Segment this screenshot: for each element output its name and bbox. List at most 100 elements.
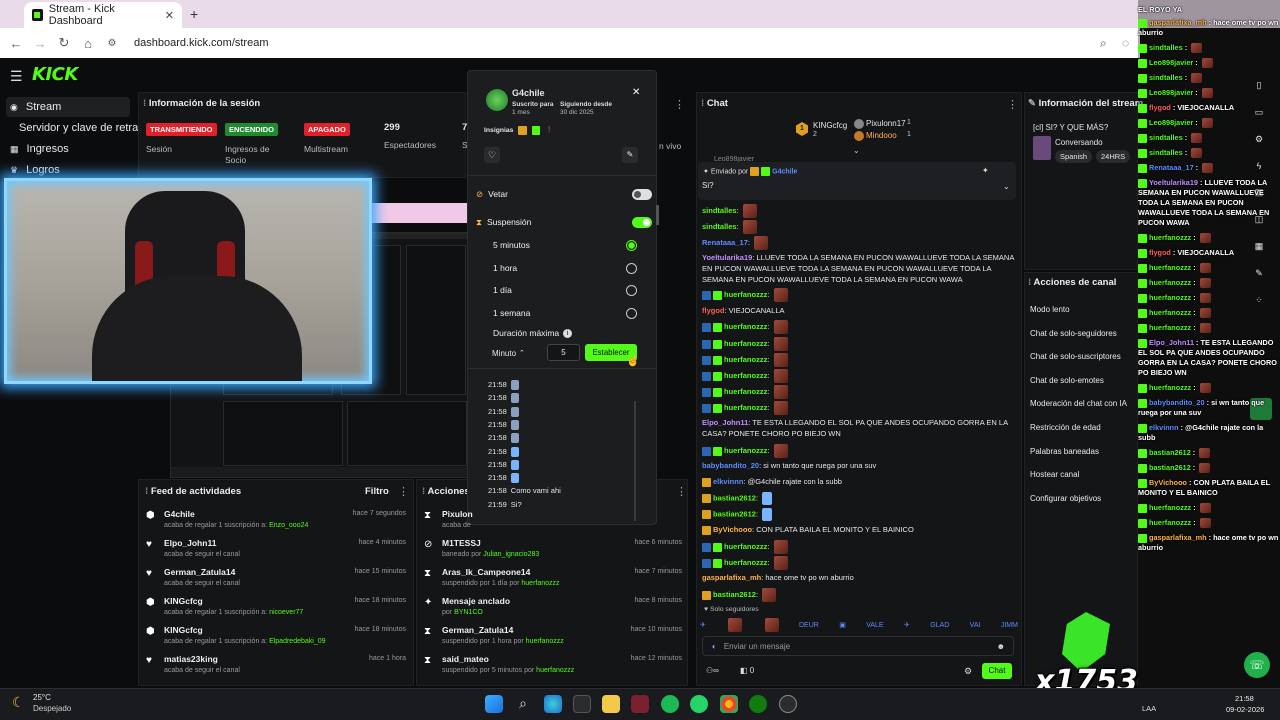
panel-menu-icon[interactable]: ⋮ bbox=[398, 485, 409, 498]
list-item[interactable]: ⧗ said_mateo hace 12 minutos suspendido por… bbox=[424, 654, 682, 680]
list-item-name[interactable]: Mensaje anclado bbox=[442, 596, 510, 606]
list-item[interactable]: ♥ Elpo_John11 hace 4 minutos acaba de segui… bbox=[146, 538, 406, 564]
channel-action-item[interactable]: Configurar objetivos bbox=[1030, 494, 1101, 503]
chat-message[interactable]: huerfanozzz: bbox=[702, 444, 1014, 458]
chat-username[interactable]: huerfanozzz bbox=[724, 339, 767, 348]
timeout-option-5min[interactable]: 5 minutos bbox=[493, 235, 637, 255]
list-item-link[interactable]: BYN1CO bbox=[454, 609, 483, 616]
chat-username[interactable]: bastian2612 bbox=[713, 493, 756, 502]
panel-menu-icon[interactable]: ⋮ bbox=[674, 98, 685, 111]
menu-icon[interactable]: ☰ bbox=[10, 68, 23, 85]
list-item[interactable]: ✦ Mensaje anclado hace 8 minutos por BYN1CO bbox=[424, 596, 682, 622]
list-item-name[interactable]: Aras_Ik_Campeone14 bbox=[442, 567, 530, 577]
kick-logo[interactable]: KICK bbox=[32, 64, 78, 85]
chat-message[interactable]: Renataaa_17: bbox=[702, 236, 1014, 250]
gear-icon[interactable]: ⚙ bbox=[964, 666, 972, 677]
category-name[interactable]: Conversando bbox=[1055, 138, 1103, 147]
list-item-name[interactable]: German_Zatula14 bbox=[442, 625, 513, 635]
chat-message[interactable]: ByVichooo: CON PLATA BAILA EL MONITO Y E… bbox=[702, 524, 1014, 535]
chevron-down-icon[interactable]: ⌄ bbox=[1003, 182, 1010, 191]
list-item-link[interactable]: Julian_ignacio283 bbox=[483, 551, 539, 558]
chat-username[interactable]: huerfanozzz bbox=[724, 322, 767, 331]
chat-username[interactable]: Elpo_John11 bbox=[702, 418, 748, 427]
chat-username[interactable]: huerfanozzz bbox=[724, 387, 767, 396]
chat-username[interactable]: sindtalles bbox=[702, 222, 737, 231]
send-chat-button[interactable]: Chat bbox=[982, 663, 1012, 679]
sidebar-item-ingresos[interactable]: ▦ Ingresos bbox=[6, 139, 130, 159]
list-item-name[interactable]: KINGcfcg bbox=[164, 596, 203, 606]
radio-1w[interactable] bbox=[626, 307, 637, 319]
chat-username[interactable]: bastian2612 bbox=[713, 590, 756, 599]
folder-icon[interactable] bbox=[602, 695, 620, 713]
chat-username[interactable]: sindtalles bbox=[702, 206, 737, 215]
chat-message[interactable]: Yoeltularika19: LLUEVE TODA LA SEMANA EN… bbox=[702, 252, 1014, 285]
chat-message[interactable]: babybandito_20: si wn tanto que ruega po… bbox=[702, 460, 1014, 471]
panel-menu-icon[interactable]: ⋮ bbox=[676, 485, 687, 498]
panel-menu-icon[interactable]: ⋮ bbox=[1007, 98, 1018, 111]
chat-message[interactable]: elkvinnn: @G4chile rajate con la subb bbox=[702, 476, 1014, 487]
drag-handle-icon[interactable]: ⁞ bbox=[143, 98, 146, 109]
chat-username[interactable]: Yoeltularika19 bbox=[702, 253, 752, 262]
radio-1d[interactable] bbox=[626, 284, 637, 296]
ban-toggle[interactable] bbox=[632, 188, 652, 200]
timeout-option-1d[interactable]: 1 día bbox=[493, 280, 637, 300]
chat-username[interactable]: huerfanozzz bbox=[724, 371, 767, 380]
chat-username[interactable]: huerfanozzz bbox=[724, 558, 767, 567]
chat-message[interactable]: huerfanozzz: bbox=[702, 540, 1014, 554]
chat-input[interactable]: ◖ Enviar un mensaje ☻ bbox=[702, 636, 1014, 656]
chat-message[interactable]: huerfanozzz: bbox=[702, 337, 1014, 351]
radio-5min[interactable] bbox=[626, 239, 637, 251]
list-item[interactable]: ⬢ G4chile hace 7 segundos acaba de regalar … bbox=[146, 509, 406, 535]
chat-settings-icon[interactable]: ⚇∞ bbox=[706, 666, 719, 675]
weather-text[interactable]: Despejado bbox=[33, 704, 71, 713]
chat-message[interactable]: bastian2612: bbox=[702, 508, 1014, 521]
list-item-name[interactable]: M1TESSJ bbox=[442, 538, 481, 548]
filter-button[interactable]: Filtro bbox=[365, 486, 389, 497]
timeout-toggle[interactable] bbox=[632, 216, 652, 228]
timeout-row[interactable]: ⧗ Suspensión bbox=[476, 212, 652, 232]
chat-username[interactable]: flygod bbox=[702, 306, 725, 315]
whatsapp-taskbar-icon[interactable] bbox=[690, 695, 708, 713]
browser-tab[interactable]: Stream - Kick Dashboard ✕ bbox=[24, 2, 182, 28]
terminal-icon[interactable] bbox=[573, 695, 591, 713]
list-item-name[interactable]: Pixulon bbox=[442, 509, 473, 519]
ban-row[interactable]: ⊘ Vetar bbox=[476, 184, 652, 204]
chrome-icon[interactable] bbox=[720, 695, 738, 713]
chat-message[interactable]: sindtalles: bbox=[702, 220, 1014, 234]
channel-action-item[interactable]: Chat de solo-seguidores bbox=[1030, 329, 1117, 338]
chat-message[interactable]: flygod: VIEJOCANALLA bbox=[702, 305, 1014, 316]
history-scrollbar[interactable] bbox=[634, 401, 636, 521]
list-item[interactable]: ⧗ Aras_Ik_Campeone14 hace 7 minutos suspend… bbox=[424, 567, 682, 593]
chat-message[interactable]: huerfanozzz: bbox=[702, 556, 1014, 570]
sidebar-item-logros[interactable]: ♛ Logros bbox=[6, 160, 130, 180]
weather-temp[interactable]: 25°C bbox=[33, 693, 51, 702]
chat-username[interactable]: ByVichooo bbox=[713, 525, 752, 534]
chat-message[interactable]: gasparlafixa_mh: hace ome tv po wn aburr… bbox=[702, 572, 1014, 583]
chat-message[interactable]: huerfanozzz: bbox=[702, 401, 1014, 415]
emote-bar[interactable]: ✈ DEUR ▣ VALE ✈ GLAD VAI JIMM bbox=[700, 617, 1018, 633]
new-tab-button[interactable]: + bbox=[190, 6, 198, 22]
chat-message[interactable]: huerfanozzz: bbox=[702, 320, 1014, 334]
tag-24hrs[interactable]: 24HRS bbox=[1096, 150, 1131, 163]
app-icon[interactable] bbox=[779, 695, 797, 713]
app-icon[interactable] bbox=[631, 695, 649, 713]
chat-message[interactable]: sindtalles: bbox=[702, 204, 1014, 218]
back-icon[interactable]: ← bbox=[4, 36, 28, 51]
list-item[interactable]: ♥ matias23king hace 1 hora acaba de seguir … bbox=[146, 654, 406, 680]
spotify-icon[interactable] bbox=[661, 695, 679, 713]
top-gifter-1[interactable]: KINGcfcg bbox=[813, 121, 847, 130]
edge-icon[interactable] bbox=[544, 695, 562, 713]
chat-username[interactable]: huerfanozzz bbox=[724, 542, 767, 551]
duration-input[interactable]: 5 bbox=[547, 344, 580, 361]
clock-date[interactable]: 09-02-2026 bbox=[1226, 705, 1264, 714]
list-item-name[interactable]: KINGcfcg bbox=[164, 625, 203, 635]
list-item-link[interactable]: huerfanozzz bbox=[536, 667, 574, 674]
list-item-name[interactable]: matias23king bbox=[164, 654, 218, 664]
chat-message[interactable]: bastian2612: bbox=[702, 492, 1014, 505]
chat-username[interactable]: gasparlafixa_mh bbox=[702, 573, 761, 582]
list-item-name[interactable]: German_Zatula14 bbox=[164, 567, 235, 577]
scrollbar[interactable] bbox=[656, 205, 659, 225]
list-item[interactable]: ⬢ KINGcfcg hace 18 minutos acaba de regalar… bbox=[146, 596, 406, 622]
channel-action-item[interactable]: Hostear canal bbox=[1030, 470, 1079, 479]
list-item-name[interactable]: said_mateo bbox=[442, 654, 489, 664]
